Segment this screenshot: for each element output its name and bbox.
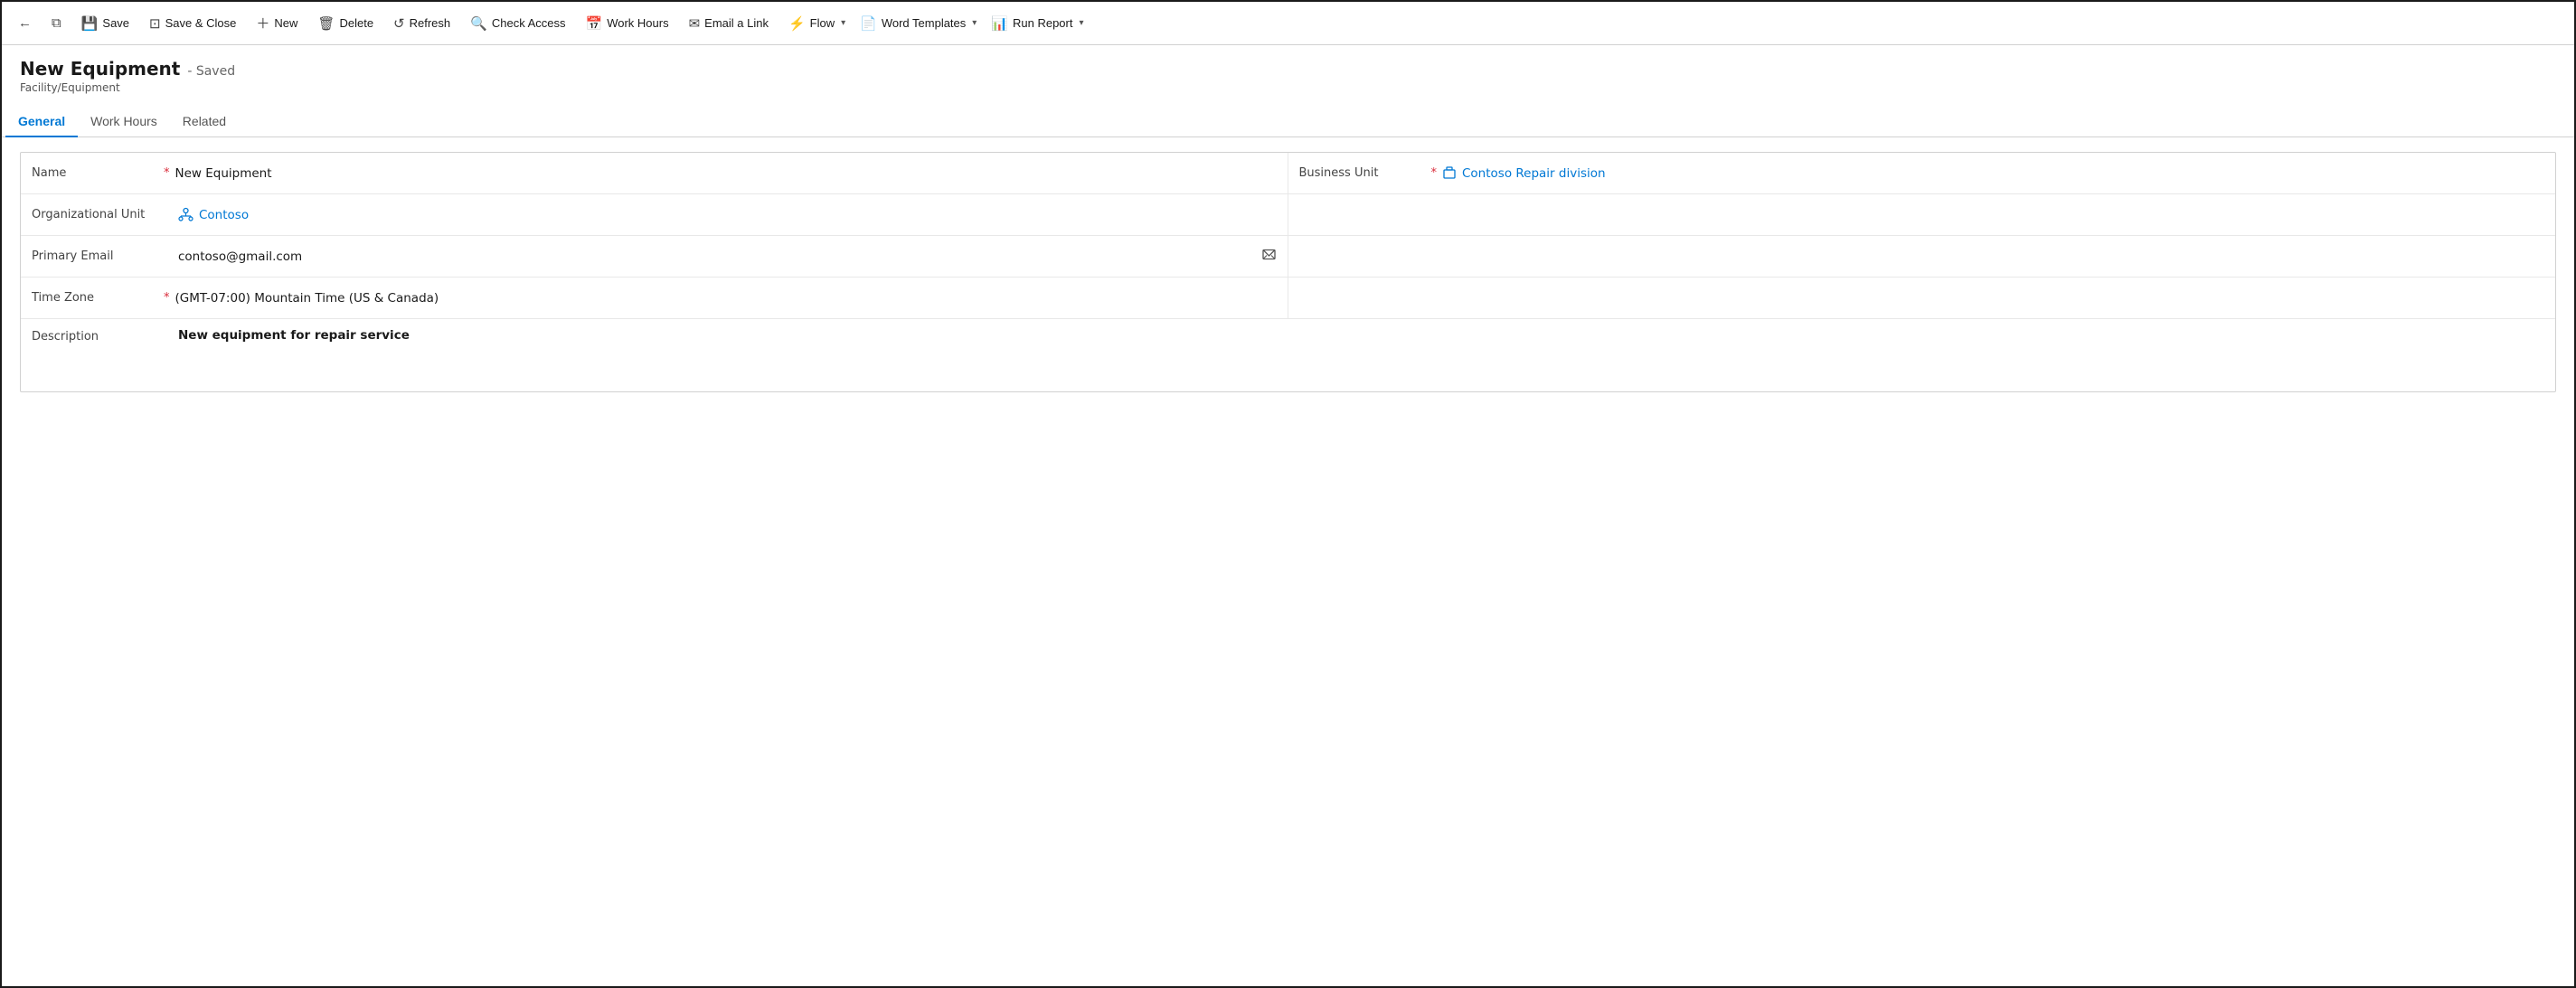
save-label: Save — [102, 16, 129, 30]
name-label: Name — [32, 166, 158, 180]
form-left-org-unit: Organizational Unit Contoso — [21, 194, 1288, 235]
check-access-icon: 🔍 — [470, 15, 487, 32]
description-label: Description — [32, 328, 158, 343]
email-link-button[interactable]: ✉ Email a Link — [680, 10, 778, 37]
form-area: Name * New Equipment Business Unit * Con… — [2, 137, 2574, 407]
new-button[interactable]: ＋ New — [247, 8, 307, 38]
flow-dropdown-arrow: ▾ — [841, 18, 845, 28]
flow-label: Flow — [810, 16, 835, 30]
refresh-label: Refresh — [410, 16, 451, 30]
business-unit-value[interactable]: Contoso Repair division — [1462, 166, 2544, 181]
new-icon: ＋ — [256, 14, 269, 33]
email-action-icon[interactable] — [1261, 247, 1277, 266]
work-hours-icon: 📅 — [586, 15, 603, 32]
name-required: * — [164, 166, 170, 180]
form-left-timezone: Time Zone * (GMT-07:00) Mountain Time (U… — [21, 278, 1288, 318]
form-card: Name * New Equipment Business Unit * Con… — [20, 152, 2556, 392]
refresh-icon: ↺ — [393, 15, 405, 32]
form-row-email: Primary Email contoso@gmail.com — [21, 236, 2555, 278]
save-close-label: Save & Close — [165, 16, 237, 30]
run-report-icon: 📊 — [991, 15, 1008, 32]
tab-general[interactable]: General — [5, 107, 78, 137]
run-report-label: Run Report — [1013, 16, 1072, 30]
word-templates-dropdown-arrow: ▾ — [972, 18, 977, 28]
run-report-dropdown-arrow: ▾ — [1079, 18, 1083, 28]
name-value[interactable]: New Equipment — [175, 166, 1277, 181]
refresh-button[interactable]: ↺ Refresh — [384, 10, 459, 37]
business-unit-label: Business Unit — [1299, 166, 1426, 180]
form-left-name: Name * New Equipment — [21, 153, 1288, 193]
org-unit-value[interactable]: Contoso — [199, 208, 1277, 222]
form-right-org-unit-empty — [1288, 194, 2556, 235]
time-zone-value[interactable]: (GMT-07:00) Mountain Time (US & Canada) — [175, 291, 1277, 306]
tabs: General Work Hours Related — [2, 107, 2574, 137]
form-right-email-empty — [1288, 236, 2556, 277]
form-right-business-unit: Business Unit * Contoso Repair division — [1288, 153, 2556, 193]
toolbar: ← ⧉ 💾 Save ⊡ Save & Close ＋ New 🗑 Delete… — [2, 2, 2574, 45]
word-templates-label: Word Templates — [882, 16, 966, 30]
work-hours-button[interactable]: 📅 Work Hours — [577, 10, 678, 37]
time-zone-label: Time Zone — [32, 291, 158, 305]
time-zone-required: * — [164, 291, 170, 305]
flow-button[interactable]: ⚡ Flow ▾ — [779, 10, 849, 37]
page-title: New Equipment — [20, 58, 180, 80]
window-button[interactable]: ⧉ — [42, 10, 71, 36]
form-row-name: Name * New Equipment Business Unit * Con… — [21, 153, 2555, 194]
flow-icon: ⚡ — [788, 15, 806, 32]
check-access-button[interactable]: 🔍 Check Access — [461, 10, 574, 37]
page-subtitle: Facility/Equipment — [20, 81, 2556, 94]
save-close-icon: ⊡ — [149, 15, 161, 32]
delete-label: Delete — [339, 16, 373, 30]
tab-related[interactable]: Related — [170, 107, 239, 137]
email-link-label: Email a Link — [704, 16, 769, 30]
work-hours-label: Work Hours — [607, 16, 668, 30]
business-unit-icon — [1442, 166, 1457, 181]
form-row-org-unit: Organizational Unit Contoso — [21, 194, 2555, 236]
form-right-timezone-empty — [1288, 278, 2556, 318]
page-header: New Equipment - Saved Facility/Equipment — [2, 45, 2574, 94]
primary-email-value[interactable]: contoso@gmail.com — [178, 249, 1254, 264]
primary-email-label: Primary Email — [32, 249, 158, 263]
save-icon: 💾 — [81, 15, 99, 32]
word-templates-button[interactable]: 📄 Word Templates ▾ — [851, 10, 980, 37]
org-unit-label: Organizational Unit — [32, 208, 158, 221]
description-value[interactable]: New equipment for repair service — [178, 328, 410, 343]
delete-icon: 🗑 — [317, 15, 335, 32]
new-label: New — [274, 16, 297, 30]
form-row-description: Description New equipment for repair ser… — [21, 319, 2555, 391]
tab-work-hours[interactable]: Work Hours — [78, 107, 170, 137]
run-report-button[interactable]: 📊 Run Report ▾ — [982, 10, 1087, 37]
save-button[interactable]: 💾 Save — [72, 10, 138, 37]
save-close-button[interactable]: ⊡ Save & Close — [140, 10, 245, 37]
form-row-timezone: Time Zone * (GMT-07:00) Mountain Time (U… — [21, 278, 2555, 319]
check-access-label: Check Access — [492, 16, 566, 30]
org-unit-icon — [178, 207, 193, 222]
business-unit-required: * — [1431, 166, 1438, 180]
word-templates-icon: 📄 — [860, 15, 877, 32]
back-button[interactable]: ← — [9, 10, 41, 36]
email-link-icon: ✉ — [689, 15, 701, 32]
form-left-email: Primary Email contoso@gmail.com — [21, 236, 1288, 277]
window-icon: ⧉ — [52, 15, 61, 31]
delete-button[interactable]: 🗑 Delete — [308, 10, 382, 37]
email-row-inner: contoso@gmail.com — [178, 247, 1277, 266]
page-saved-status: - Saved — [187, 64, 235, 79]
back-icon: ← — [18, 15, 32, 31]
